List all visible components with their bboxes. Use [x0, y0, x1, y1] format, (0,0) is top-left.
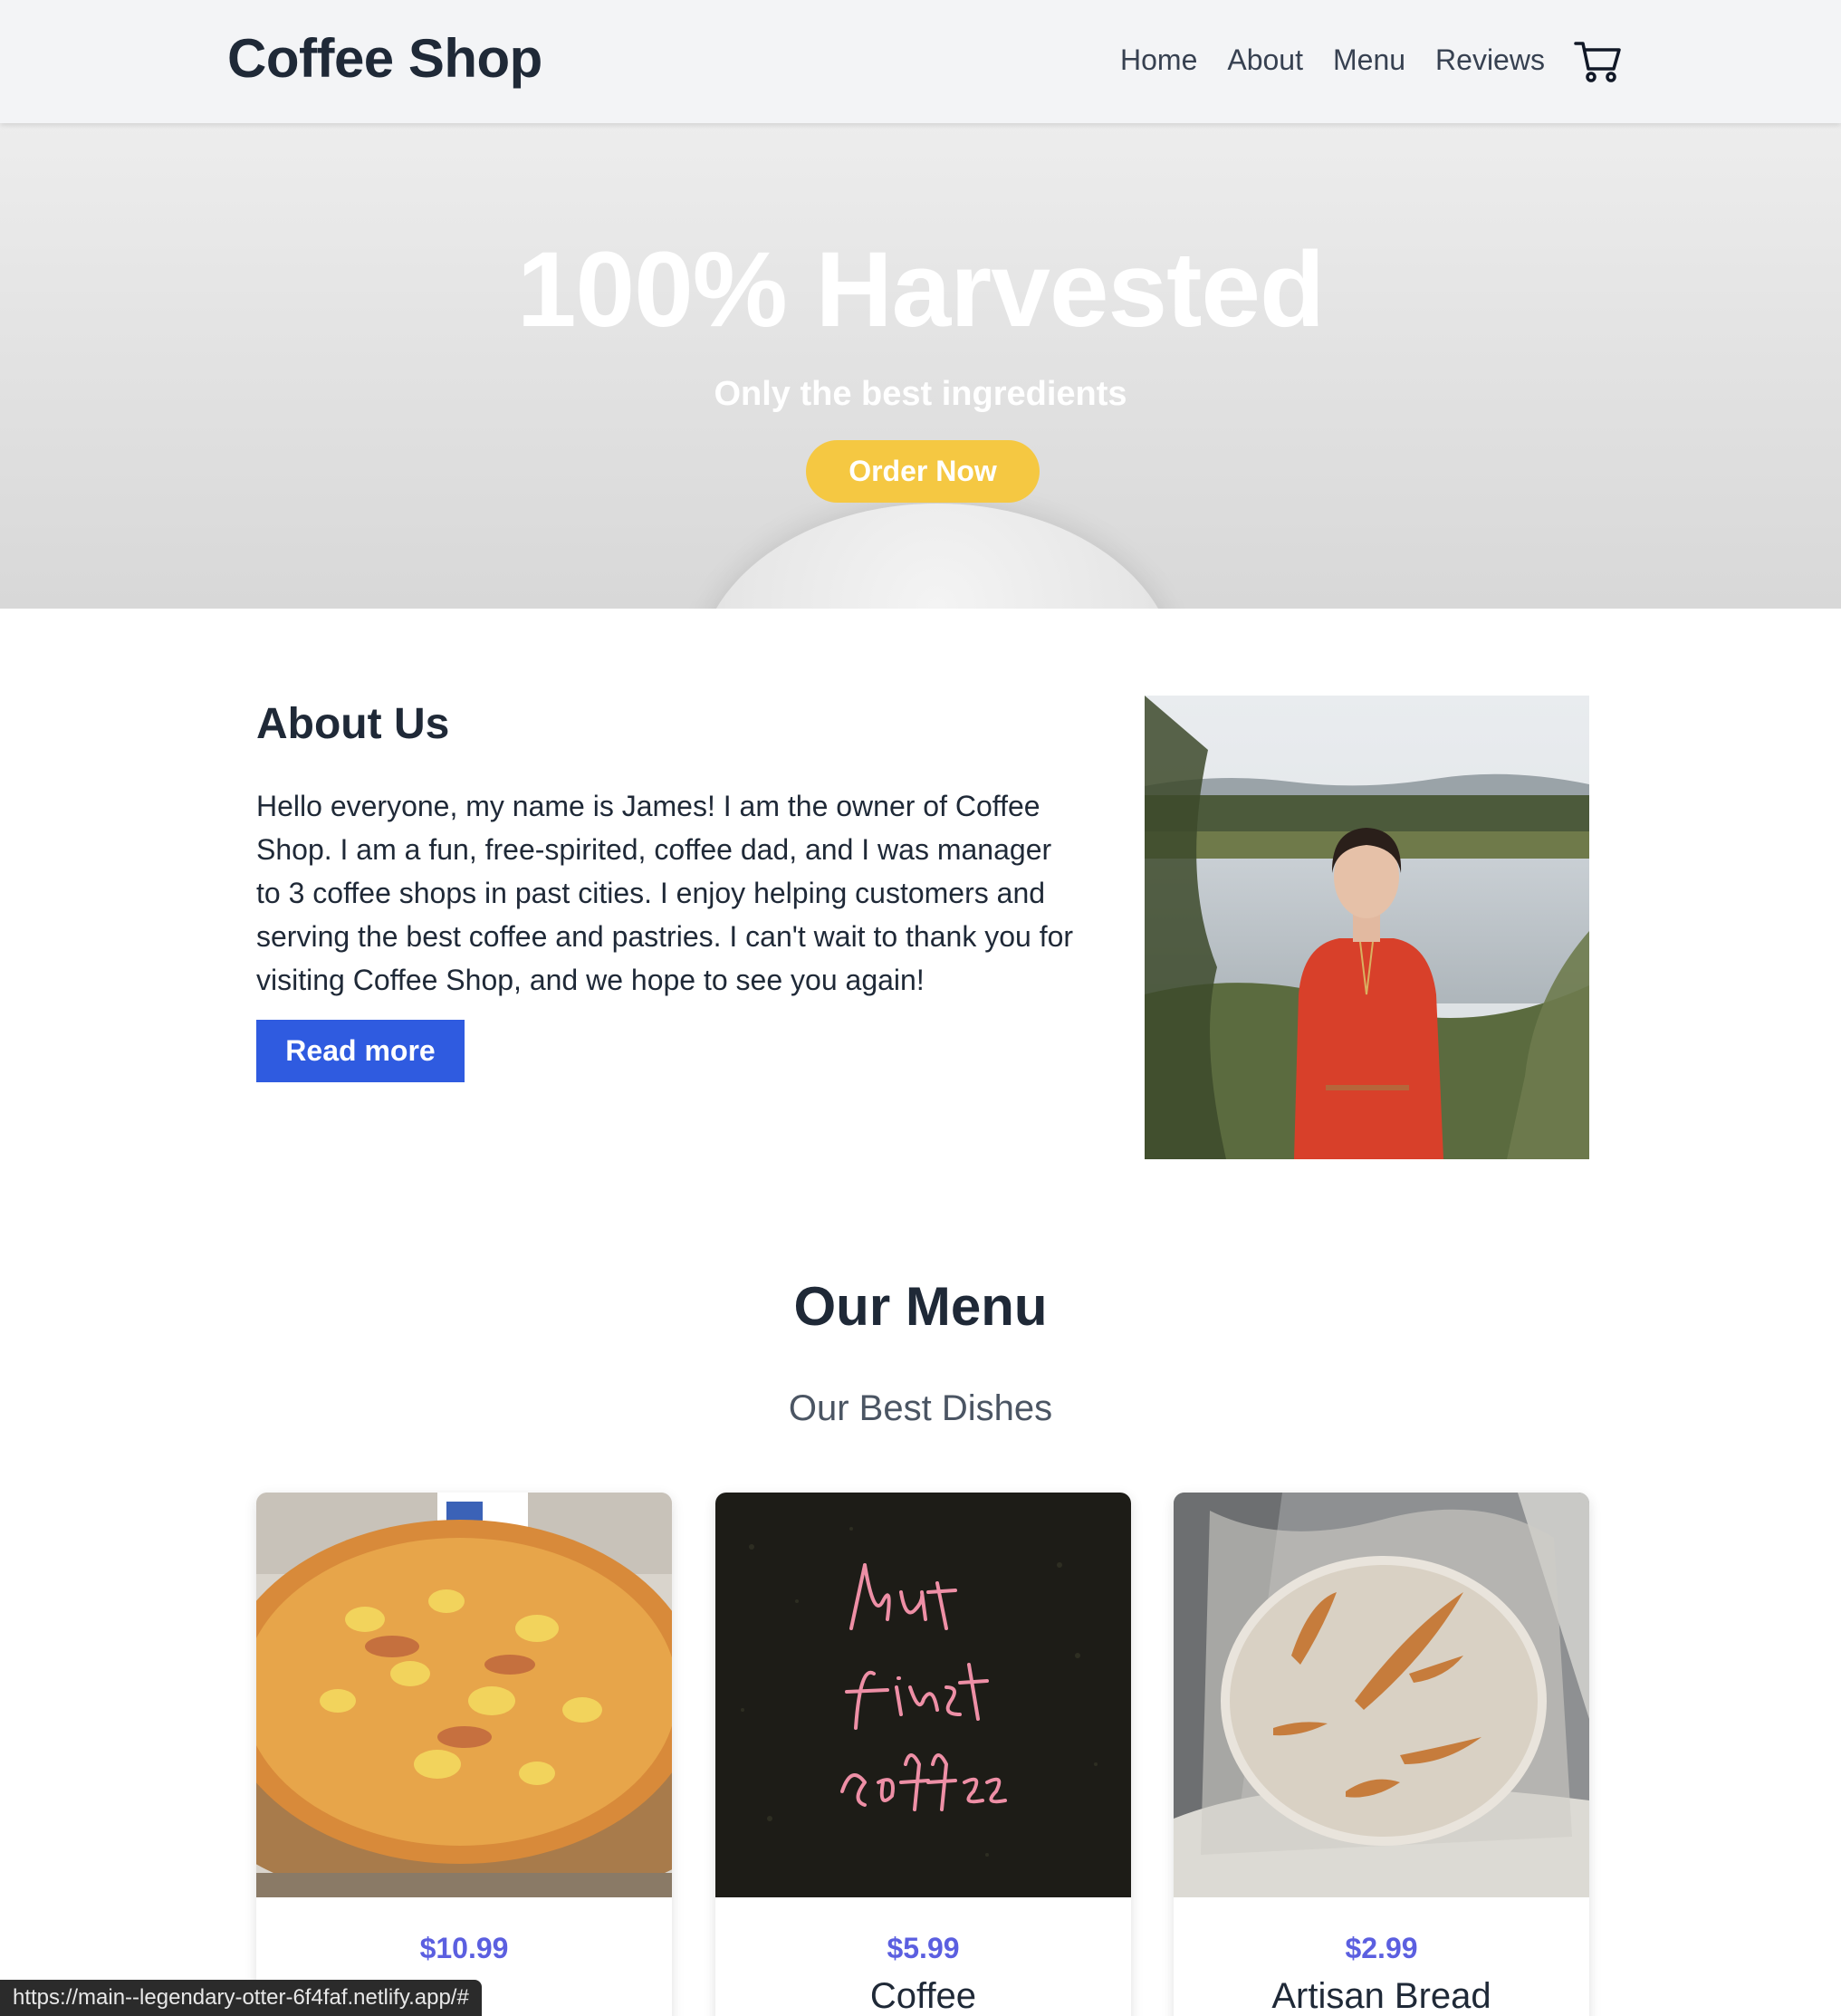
menu-card[interactable]: $5.99 Coffee — [715, 1493, 1131, 2016]
hero-background-plate — [697, 504, 1177, 609]
menu-card-image — [715, 1493, 1131, 1897]
nav-link-about[interactable]: About — [1227, 43, 1303, 77]
brand-logo[interactable]: Coffee Shop — [227, 27, 542, 90]
owner-photo-image — [1145, 696, 1589, 1159]
menu-card-image — [1174, 1493, 1589, 1897]
coffee-neon-image — [715, 1493, 1131, 1897]
hero-subtitle: Only the best ingredients — [714, 375, 1127, 413]
navbar: Coffee Shop Home About Menu Reviews — [0, 0, 1841, 123]
about-title: About Us — [256, 700, 450, 748]
menu-card-image — [256, 1493, 672, 1897]
hero-title: 100% Harvested — [516, 230, 1325, 350]
page: Coffee Shop Home About Menu Reviews 100%… — [0, 0, 1841, 2016]
menu-card[interactable]: $2.99 Artisan Bread — [1174, 1493, 1589, 2016]
nav-link-home[interactable]: Home — [1120, 43, 1197, 77]
link-preview-status: https://main--legendary-otter-6f4faf.net… — [0, 1980, 482, 2016]
menu-card-price: $10.99 — [419, 1932, 509, 1964]
menu-subtitle: Our Best Dishes — [788, 1388, 1053, 1428]
menu-card-name: Coffee — [869, 1976, 977, 2016]
shopping-cart-icon[interactable] — [1574, 40, 1621, 83]
menu-title: Our Menu — [793, 1276, 1048, 1337]
nav-link-reviews[interactable]: Reviews — [1435, 43, 1545, 77]
hero-banner: 100% Harvested Only the best ingredients… — [0, 123, 1841, 609]
read-more-button[interactable]: Read more — [256, 1020, 465, 1082]
menu-card-name: Artisan Bread — [1271, 1976, 1491, 2016]
owner-photo — [1145, 696, 1589, 1159]
nav-links: Home About Menu Reviews — [1120, 43, 1545, 77]
pizza-image — [256, 1493, 672, 1897]
menu-card-price: $2.99 — [1345, 1932, 1418, 1964]
bread-image — [1174, 1493, 1589, 1897]
nav-link-menu[interactable]: Menu — [1333, 43, 1405, 77]
about-text: Hello everyone, my name is James! I am t… — [256, 790, 1074, 996]
menu-card-price: $5.99 — [887, 1932, 960, 1964]
menu-card[interactable]: $10.99 — [256, 1493, 672, 2016]
order-now-button[interactable]: Order Now — [806, 440, 1040, 503]
